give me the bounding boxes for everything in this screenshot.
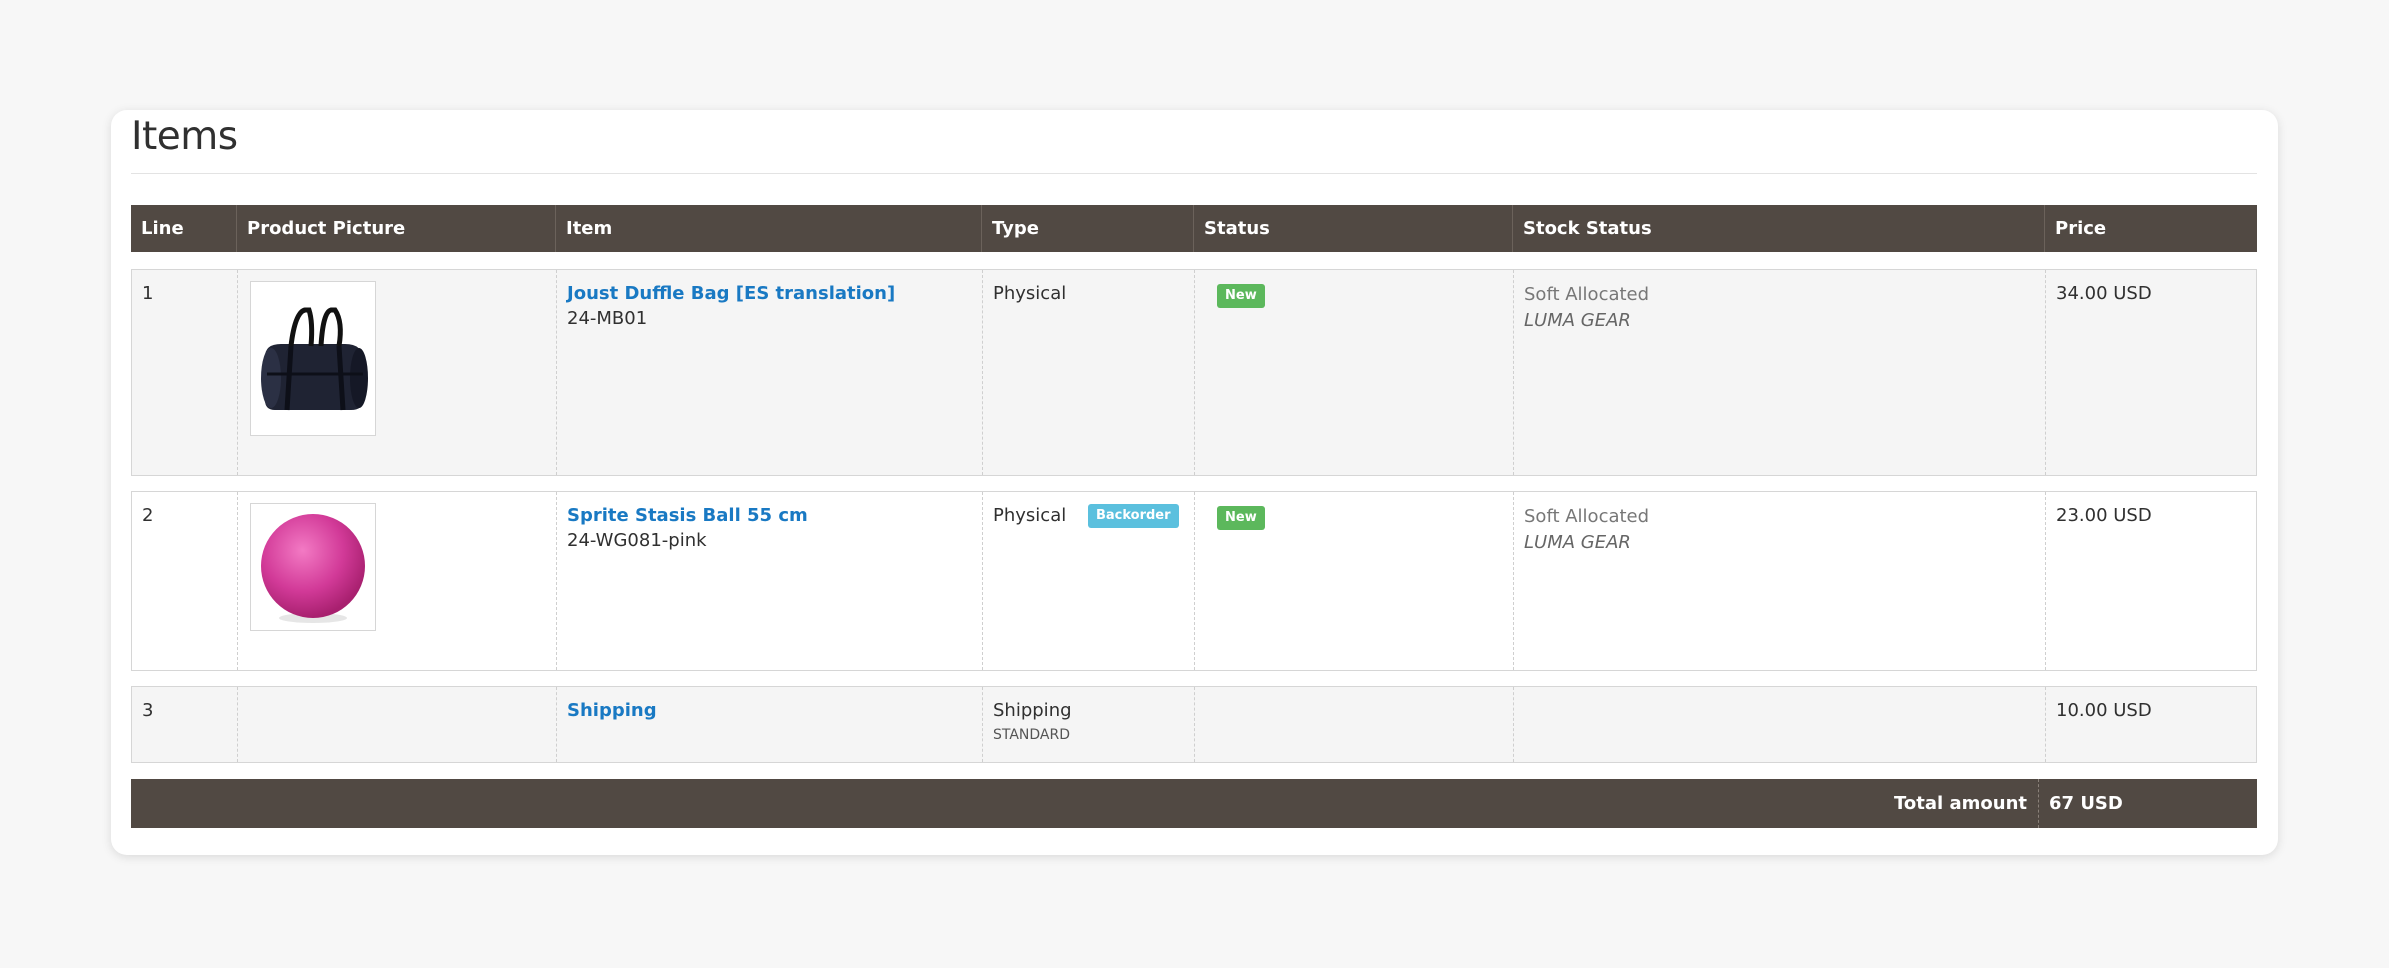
item-type: Shipping xyxy=(993,700,1072,721)
column-header-product-picture: Product Picture xyxy=(236,205,555,252)
price-cell: 10.00 USD xyxy=(2045,687,2258,762)
item-price: 10.00 USD xyxy=(2056,700,2152,721)
item-sku: 24-WG081-pink xyxy=(567,530,707,551)
item-price: 34.00 USD xyxy=(2056,283,2152,304)
price-cell: 23.00 USD xyxy=(2045,492,2258,670)
line-cell: 2 xyxy=(132,492,237,670)
column-header-line: Line xyxy=(141,218,184,239)
item-name-link[interactable]: Sprite Stasis Ball 55 cm xyxy=(567,504,808,528)
items-panel: Items Line Product Picture Item Type Sta… xyxy=(111,110,2278,855)
table-row: 1 Joust Duffle Bag [ES translation] 24-M… xyxy=(131,269,2257,476)
title-divider xyxy=(131,173,2257,174)
table-footer: Total amount 67 USD xyxy=(131,779,2257,828)
total-amount-label: Total amount xyxy=(1894,793,2027,814)
column-header-type: Type xyxy=(981,205,1193,252)
item-name-link[interactable]: Shipping xyxy=(567,699,657,723)
line-number: 2 xyxy=(142,505,154,526)
type-cell: Physical Backorder xyxy=(982,492,1194,670)
shipping-method: STANDARD xyxy=(993,727,1071,743)
table-row: 2 Sprite Stasis Ball 55 cm 24-WG081-pink… xyxy=(131,491,2257,671)
status-badge: New xyxy=(1217,284,1265,308)
line-cell: 3 xyxy=(132,687,237,762)
item-sku: 24-MB01 xyxy=(567,308,648,329)
item-type: Physical xyxy=(993,283,1067,304)
line-cell: 1 xyxy=(132,270,237,475)
item-price: 23.00 USD xyxy=(2056,505,2152,526)
product-picture-cell xyxy=(237,270,556,475)
item-type: Physical xyxy=(993,505,1067,526)
column-header-item: Item xyxy=(555,205,981,252)
item-name-link[interactable]: Joust Duffle Bag [ES translation] xyxy=(567,282,895,306)
line-number: 1 xyxy=(142,283,154,304)
product-picture-cell xyxy=(237,687,556,762)
duffle-bag-image[interactable] xyxy=(250,281,376,436)
column-header-price: Price xyxy=(2044,205,2257,252)
section-title: Items xyxy=(131,114,238,159)
type-cell: Physical xyxy=(982,270,1194,475)
stock-status-cell: Soft Allocated LUMA GEAR xyxy=(1513,492,2045,670)
stock-status-cell: Soft Allocated LUMA GEAR xyxy=(1513,270,2045,475)
table-row: 3 Shipping Shipping STANDARD 10.00 USD xyxy=(131,686,2257,763)
item-cell: Shipping xyxy=(556,687,982,762)
item-cell: Sprite Stasis Ball 55 cm 24-WG081-pink xyxy=(556,492,982,670)
backorder-badge: Backorder xyxy=(1087,504,1179,528)
status-cell: New xyxy=(1194,270,1513,475)
total-amount-value: 67 USD xyxy=(2038,779,2123,828)
status-cell xyxy=(1194,687,1513,762)
price-cell: 34.00 USD xyxy=(2045,270,2258,475)
status-cell: New xyxy=(1194,492,1513,670)
stock-source: LUMA GEAR xyxy=(1524,532,1631,553)
stasis-ball-image[interactable] xyxy=(250,503,376,631)
table-header: Line Product Picture Item Type Status St… xyxy=(131,205,2257,252)
type-cell: Shipping STANDARD xyxy=(982,687,1194,762)
column-header-status: Status xyxy=(1193,205,1512,252)
product-picture-cell xyxy=(237,492,556,670)
line-number: 3 xyxy=(142,700,154,721)
status-badge: New xyxy=(1217,506,1265,530)
stock-status: Soft Allocated xyxy=(1524,506,1650,527)
item-cell: Joust Duffle Bag [ES translation] 24-MB0… xyxy=(556,270,982,475)
stock-status: Soft Allocated xyxy=(1524,284,1650,305)
column-header-stock-status: Stock Status xyxy=(1512,205,2044,252)
stock-status-cell xyxy=(1513,687,2045,762)
stock-source: LUMA GEAR xyxy=(1524,310,1631,331)
